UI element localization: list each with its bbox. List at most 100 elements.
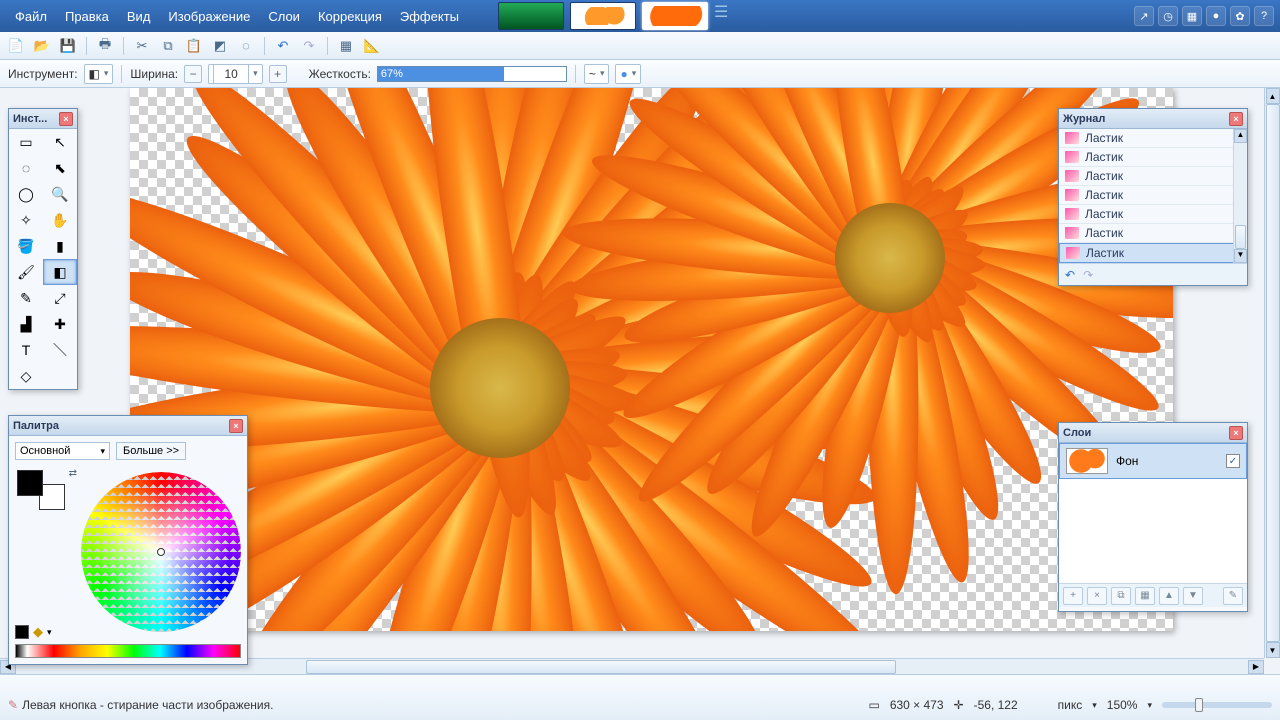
title-icon-1[interactable]: ↗: [1134, 6, 1154, 26]
current-color[interactable]: [15, 625, 29, 639]
menu-edit[interactable]: Правка: [56, 5, 118, 28]
tool-bucket[interactable]: 🪣: [9, 233, 43, 259]
palette-title[interactable]: Палитра ×: [9, 416, 247, 436]
scroll-up[interactable]: ▲: [1266, 88, 1280, 104]
tool-lasso[interactable]: ◌: [9, 155, 43, 181]
tool-brush[interactable]: 🖌: [9, 259, 43, 285]
tool-dd[interactable]: ◧: [84, 64, 114, 84]
tool-rect-select[interactable]: ▭: [9, 129, 43, 155]
foreground-color[interactable]: [17, 470, 43, 496]
print-icon[interactable]: 🖶: [95, 36, 115, 56]
doc-thumb-3[interactable]: [642, 2, 708, 30]
ruler-icon[interactable]: 📐: [362, 36, 382, 56]
menu-image[interactable]: Изображение: [159, 5, 259, 28]
new-doc-button[interactable]: ☰: [714, 6, 730, 22]
swap-colors-icon[interactable]: ⇄: [69, 468, 77, 479]
menu-layers[interactable]: Слои: [259, 5, 309, 28]
tool-eyedropper[interactable]: ⤢: [43, 285, 77, 311]
history-item[interactable]: Ластик: [1059, 205, 1247, 224]
layer-visible-checkbox[interactable]: ✓: [1226, 454, 1240, 468]
deselect-icon[interactable]: ◌: [236, 36, 256, 56]
history-item[interactable]: Ластик: [1059, 129, 1247, 148]
menu-effects[interactable]: Эффекты: [391, 5, 468, 28]
duplicate-layer-icon[interactable]: ⧉: [1111, 587, 1131, 605]
wheel-cursor[interactable]: [157, 548, 165, 556]
crop-icon[interactable]: ◩: [210, 36, 230, 56]
save-icon[interactable]: 💾: [58, 36, 78, 56]
new-file-icon[interactable]: 📄: [6, 36, 26, 56]
history-title[interactable]: Журнал ×: [1059, 109, 1247, 129]
layers-title[interactable]: Слои ×: [1059, 423, 1247, 443]
canvas[interactable]: [130, 88, 1173, 631]
vertical-scrollbar[interactable]: ▲ ▼: [1264, 88, 1280, 658]
layer-down-icon[interactable]: ▼: [1183, 587, 1203, 605]
menu-view[interactable]: Вид: [118, 5, 160, 28]
undo-icon[interactable]: ↶: [273, 36, 293, 56]
palette-more-button[interactable]: Больше >>: [116, 442, 186, 460]
scroll-down[interactable]: ▼: [1266, 642, 1280, 658]
copy-icon[interactable]: ⧉: [158, 36, 178, 56]
unit-label[interactable]: пикс: [1058, 698, 1083, 712]
color-mode-select[interactable]: Основной: [15, 442, 110, 460]
redo-icon[interactable]: ↷: [299, 36, 319, 56]
toolbox-close[interactable]: ×: [59, 112, 73, 126]
width-input[interactable]: 10: [208, 64, 263, 84]
toolbox-title[interactable]: Инст... ×: [9, 109, 77, 129]
color-wheel[interactable]: [81, 472, 241, 632]
menu-correction[interactable]: Коррекция: [309, 5, 391, 28]
width-decrease[interactable]: −: [184, 65, 202, 83]
tool-eraser[interactable]: ◧: [43, 259, 77, 285]
width-value[interactable]: 10: [213, 64, 249, 84]
cut-icon[interactable]: ✂: [132, 36, 152, 56]
history-scrollbar[interactable]: ▲ ▼: [1233, 129, 1247, 263]
tool-move[interactable]: ↖: [43, 129, 77, 155]
history-item[interactable]: Ластик: [1059, 167, 1247, 186]
layer-props-icon[interactable]: ✎: [1223, 587, 1243, 605]
curve-mode-dd[interactable]: ~: [584, 64, 610, 84]
doc-thumb-1[interactable]: [498, 2, 564, 30]
hue-bar[interactable]: [15, 644, 241, 658]
history-close[interactable]: ×: [1229, 112, 1243, 126]
layers-close[interactable]: ×: [1229, 426, 1243, 440]
tool-pointer[interactable]: ⬉: [43, 155, 77, 181]
add-layer-icon[interactable]: +: [1063, 587, 1083, 605]
tool-ellipse-select[interactable]: ◯: [9, 181, 43, 207]
hardness-slider[interactable]: 67%: [377, 66, 567, 82]
open-file-icon[interactable]: 📂: [32, 36, 52, 56]
settings-icon[interactable]: ✿: [1230, 6, 1250, 26]
palette-dd-icon[interactable]: ▾: [47, 627, 52, 638]
layer-row[interactable]: Фон ✓: [1059, 443, 1247, 479]
tool-zoom[interactable]: 🔍: [43, 181, 77, 207]
title-icon-2[interactable]: ◷: [1158, 6, 1178, 26]
zoom-slider[interactable]: [1162, 702, 1272, 708]
help-icon[interactable]: ?: [1254, 6, 1274, 26]
tool-heal[interactable]: ✚: [43, 311, 77, 337]
merge-layer-icon[interactable]: ▦: [1135, 587, 1155, 605]
grid-icon[interactable]: ▦: [336, 36, 356, 56]
paste-icon[interactable]: 📋: [184, 36, 204, 56]
tool-stamp[interactable]: ▟: [9, 311, 43, 337]
tool-gradient[interactable]: ▮: [43, 233, 77, 259]
title-icon-4[interactable]: ●: [1206, 6, 1226, 26]
tool-text[interactable]: T: [9, 337, 43, 363]
history-item[interactable]: Ластик: [1059, 224, 1247, 243]
history-item[interactable]: Ластик: [1059, 186, 1247, 205]
history-item[interactable]: Ластик: [1059, 148, 1247, 167]
zoom-label[interactable]: 150%: [1107, 698, 1138, 712]
tool-wand[interactable]: ✧: [9, 207, 43, 233]
palette-close[interactable]: ×: [229, 419, 243, 433]
color-swatches[interactable]: ⇄: [17, 470, 65, 510]
antialias-dd[interactable]: ●: [615, 64, 641, 84]
history-redo-icon[interactable]: ↷: [1083, 268, 1093, 282]
scroll-right[interactable]: ▶: [1248, 660, 1264, 674]
layer-up-icon[interactable]: ▲: [1159, 587, 1179, 605]
doc-thumb-2[interactable]: [570, 2, 636, 30]
tool-pencil[interactable]: ✎: [9, 285, 43, 311]
tool-line[interactable]: ＼: [43, 337, 77, 363]
menu-file[interactable]: Файл: [6, 5, 56, 28]
history-undo-icon[interactable]: ↶: [1065, 268, 1075, 282]
history-item[interactable]: Ластик: [1059, 243, 1247, 263]
delete-layer-icon[interactable]: ×: [1087, 587, 1107, 605]
width-increase[interactable]: +: [269, 65, 287, 83]
palette-picker-icon[interactable]: ◆: [33, 624, 43, 640]
